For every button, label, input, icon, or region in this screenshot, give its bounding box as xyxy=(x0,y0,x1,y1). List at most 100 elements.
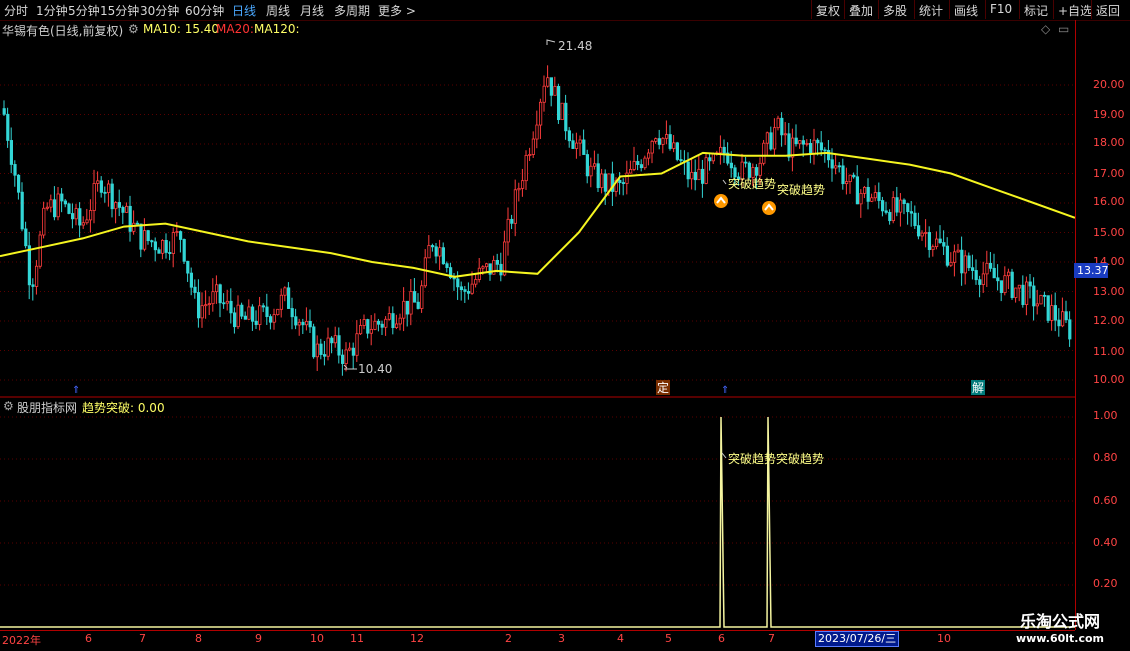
candle-body xyxy=(913,212,917,227)
candle-body xyxy=(268,316,273,323)
candle-body xyxy=(535,124,539,140)
candle-body xyxy=(373,320,377,330)
candle-body xyxy=(927,232,932,251)
candle-body xyxy=(560,102,564,121)
candle-body xyxy=(369,329,374,334)
candle-body xyxy=(142,230,147,250)
signal-pointer-1 xyxy=(722,179,727,185)
candle-body xyxy=(207,303,211,306)
candle-body xyxy=(53,199,57,218)
period-tab-60min[interactable]: 60分钟 xyxy=(185,2,224,19)
period-tab-5min[interactable]: 5分钟 xyxy=(68,2,100,19)
draw-line-button[interactable]: 画线 xyxy=(949,0,982,19)
candle-body xyxy=(679,159,683,162)
candle-body xyxy=(409,291,413,315)
period-tab-monthly[interactable]: 月线 xyxy=(300,2,324,19)
candle-body xyxy=(157,249,161,254)
candle-body xyxy=(1032,285,1036,307)
period-tab-multi[interactable]: 多周期 xyxy=(334,2,370,19)
candlestick-chart[interactable]: 21.48 10.40 突破趋势 突破趋势 ⇑ ⇑ 定 解 突破趋势突破趋势 xyxy=(0,20,1075,630)
candle-body xyxy=(805,142,809,145)
candle-body xyxy=(985,262,989,275)
candle-body xyxy=(704,157,708,184)
candle-body xyxy=(974,270,978,281)
candle-body xyxy=(650,140,654,154)
period-tab-daily[interactable]: 日线 xyxy=(232,2,256,19)
signal-label-2: 突破趋势 xyxy=(777,182,825,197)
candle-body xyxy=(358,325,363,335)
candle-body xyxy=(466,291,471,294)
candle-body xyxy=(196,292,201,319)
candle-body xyxy=(240,304,244,317)
candle-body xyxy=(661,137,665,145)
multi-stock-button[interactable]: 多股 xyxy=(878,0,911,19)
candle-body xyxy=(931,246,935,251)
candle-body xyxy=(582,139,586,155)
candle-body xyxy=(1043,294,1047,297)
y-tick: 16.00 xyxy=(1093,195,1125,208)
candle-body xyxy=(827,149,831,161)
candle-body xyxy=(236,304,240,328)
candle-body xyxy=(848,174,852,182)
candle-body xyxy=(697,168,701,181)
back-button[interactable]: 返回 xyxy=(1091,0,1124,19)
candle-body xyxy=(675,142,680,160)
indicator-value: 趋势突破: 0.00 xyxy=(82,401,165,415)
candle-body xyxy=(125,205,129,213)
watermark: 乐淘公式网 www.60lt.com xyxy=(995,608,1125,650)
period-tab-1min[interactable]: 1分钟 xyxy=(36,2,68,19)
candle-body xyxy=(110,183,114,210)
y-tick: 18.00 xyxy=(1093,136,1125,149)
candle-body xyxy=(783,133,788,136)
ind-y-tick: 1.00 xyxy=(1093,409,1118,422)
candle-body xyxy=(2,108,6,115)
candle-body xyxy=(6,113,10,141)
overlay-button[interactable]: 叠加 xyxy=(844,0,877,19)
y-tick: 11.00 xyxy=(1093,345,1125,358)
candle-body xyxy=(1025,281,1029,305)
settings-icon[interactable]: ⚙ xyxy=(3,399,14,413)
candle-body xyxy=(729,162,734,169)
candle-body xyxy=(787,133,791,158)
candle-body xyxy=(1068,319,1072,340)
candle-body xyxy=(873,192,878,199)
candle-body xyxy=(204,304,208,307)
period-tab-more[interactable]: 更多 > xyxy=(378,2,416,19)
candle-body xyxy=(376,320,381,325)
candle-body xyxy=(1003,275,1007,293)
date-tick: 8 xyxy=(195,632,202,645)
period-tab-fenshi[interactable]: 分时 xyxy=(4,2,28,19)
candle-body xyxy=(63,200,67,205)
mark-button[interactable]: 标记 xyxy=(1019,0,1052,19)
ind-y-tick: 0.20 xyxy=(1093,577,1118,590)
period-tab-15min[interactable]: 15分钟 xyxy=(100,2,139,19)
candle-body xyxy=(546,77,550,87)
fuquan-button[interactable]: 复权 xyxy=(811,0,844,19)
candle-body xyxy=(1035,303,1039,307)
candle-body xyxy=(27,245,32,286)
indicator-line xyxy=(0,416,1075,628)
date-tick: 5 xyxy=(665,632,672,645)
period-tab-weekly[interactable]: 周线 xyxy=(266,2,290,19)
signal-up-icon-1 xyxy=(714,194,728,208)
watermark-title: 乐淘公式网 xyxy=(1019,612,1100,631)
statistics-button[interactable]: 统计 xyxy=(914,0,947,19)
candle-body xyxy=(917,225,921,237)
signal-up-icon-2 xyxy=(762,201,776,215)
indicator-signal-pointer xyxy=(721,452,727,459)
f10-button[interactable]: F10 xyxy=(985,0,1016,19)
candle-body xyxy=(225,300,229,304)
candle-body xyxy=(423,257,428,287)
candle-body xyxy=(132,222,136,232)
indicator-signal-text: 突破趋势突破趋势 xyxy=(728,451,824,466)
candle-body xyxy=(1017,284,1022,289)
candle-body xyxy=(394,323,399,328)
candle-body xyxy=(326,337,330,357)
add-watchlist-button[interactable]: +自选 xyxy=(1053,0,1096,19)
candle-body xyxy=(600,173,604,189)
candle-body xyxy=(812,139,816,155)
candle-body xyxy=(762,142,766,164)
candle-body xyxy=(211,291,215,305)
date-tick: 2022年 xyxy=(2,634,41,647)
period-tab-30min[interactable]: 30分钟 xyxy=(140,2,179,19)
